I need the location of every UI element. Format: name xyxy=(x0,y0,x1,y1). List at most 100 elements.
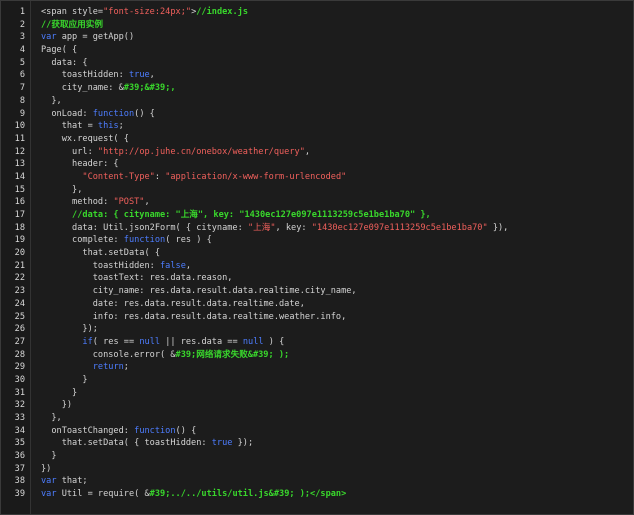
line-number: 17 xyxy=(14,210,25,220)
code-line: data: { xyxy=(41,57,633,70)
code-token: return xyxy=(92,362,124,373)
code-token: ; xyxy=(118,121,124,132)
code-line: that = this; xyxy=(41,120,633,133)
code-token: app = getApp() xyxy=(56,32,135,43)
code-line: //获取应用实例 xyxy=(41,19,633,32)
line-number: 34 xyxy=(14,425,25,436)
code-line: <span style="font-size:24px;">//index.js xyxy=(41,6,633,19)
code-token: , xyxy=(304,146,311,157)
code-line: that.setData( { toastHidden: true }); xyxy=(41,437,633,450)
code-token: }, xyxy=(41,95,62,106)
code-token: "POST" xyxy=(113,197,145,208)
code-token: var xyxy=(41,489,57,500)
line-number: 4 xyxy=(19,45,25,56)
line-number: 35 xyxy=(14,438,25,449)
code-token: }), xyxy=(487,222,509,233)
code-token: city_name: & xyxy=(41,83,124,94)
code-token: #39;网络请求失败&#39; ); xyxy=(175,349,290,360)
code-line: date: res.data.result.data.realtime.date… xyxy=(41,298,633,311)
line-number: 5 xyxy=(19,57,25,68)
code-line: toastHidden: false, xyxy=(41,260,633,273)
code-token: false xyxy=(160,260,186,271)
code-token: , key: xyxy=(275,222,312,233)
code-token: //获取应用实例 xyxy=(41,19,103,30)
line-number: 38 xyxy=(14,476,25,487)
code-token: this xyxy=(97,121,119,132)
code-token: header: { xyxy=(41,159,119,170)
code-token: : xyxy=(154,171,166,182)
code-line: Page( { xyxy=(41,44,633,57)
code-token: //data: { cityname: "上海", key: "1430ec12… xyxy=(41,210,431,220)
code-token: <span style= xyxy=(41,7,104,17)
code-token: data: Util.json2Form( { cityname: xyxy=(41,222,248,233)
code-line: info: res.data.result.data.realtime.weat… xyxy=(41,311,633,324)
code-line: } xyxy=(41,387,633,400)
code-token: } xyxy=(41,374,88,385)
code-token: ( res == xyxy=(92,336,140,347)
line-number: 39 xyxy=(14,489,25,500)
code-token: that.setData( { toastHidden: xyxy=(41,438,212,449)
code-line: if( res == null || res.data == null ) { xyxy=(41,336,633,349)
line-number: 12 xyxy=(14,146,25,157)
line-number: 8 xyxy=(19,95,25,106)
code-line: }, xyxy=(41,184,633,197)
line-number: 16 xyxy=(14,197,25,208)
code-token: ; xyxy=(123,362,129,373)
code-token: "http://op.juhe.cn/onebox/weather/query" xyxy=(97,146,305,157)
code-token: #39;../../utils/util.js&#39; );</span> xyxy=(149,489,347,500)
code-token: date: res.data.result.data.realtime.date… xyxy=(41,298,305,309)
code-line: wx.request( { xyxy=(41,133,633,146)
code-token: "application/x-www-form-urlencoded" xyxy=(165,171,347,182)
line-number: 33 xyxy=(14,413,25,423)
code-token: Page( { xyxy=(41,45,78,56)
line-number: 6 xyxy=(19,70,25,81)
line-number: 11 xyxy=(14,133,25,144)
code-line: }) xyxy=(41,399,633,412)
code-line: } xyxy=(41,374,633,387)
line-number: 31 xyxy=(14,387,25,398)
code-token: that; xyxy=(56,476,88,487)
code-line: var that; xyxy=(41,475,633,488)
code-token: , xyxy=(144,197,150,208)
code-token: "1430ec127e097e1113259c5e1be1ba70" xyxy=(311,222,488,233)
code-line: console.error( &#39;网络请求失败&#39; ); xyxy=(41,349,633,362)
code-line: return; xyxy=(41,361,633,374)
code-token: method: xyxy=(41,197,114,208)
line-number: 29 xyxy=(14,362,25,373)
line-number: 7 xyxy=(19,83,25,94)
code-token: if xyxy=(82,336,93,347)
line-number: 19 xyxy=(14,235,25,246)
code-token: city_name: res.data.result.data.realtime… xyxy=(41,286,357,297)
code-token: || res.data == xyxy=(160,336,243,347)
line-number: 10 xyxy=(14,121,25,132)
code-token: null xyxy=(139,336,161,347)
code-token: //index.js xyxy=(196,7,248,17)
line-number: 26 xyxy=(14,324,25,335)
code-editor[interactable]: 1 2 3 4 5 6 7 8 9 10 11 12 13 14 15 16 17 18 19 20 21 22 23 24 2… xyxy=(0,0,634,515)
code-token: toastText: res.data.reason, xyxy=(41,273,233,284)
line-number: 2 xyxy=(19,19,25,30)
code-token: } xyxy=(41,387,78,398)
code-line: //data: { cityname: "上海", key: "1430ec12… xyxy=(41,209,633,222)
code-line: }) xyxy=(41,463,633,476)
line-number: 3 xyxy=(19,32,25,43)
code-line: toastText: res.data.reason, xyxy=(41,272,633,285)
code-token: function xyxy=(92,108,135,119)
code-line: }, xyxy=(41,95,633,108)
line-number: 15 xyxy=(14,184,25,195)
code-token: }); xyxy=(232,438,254,449)
code-line: header: { xyxy=(41,158,633,171)
code-token: () { xyxy=(175,425,197,436)
code-line: }); xyxy=(41,323,633,336)
code-token: wx.request( { xyxy=(41,133,129,144)
code-line: method: "POST", xyxy=(41,196,633,209)
code-token: #39;&#39;, xyxy=(123,83,176,94)
code-line: } xyxy=(41,450,633,463)
code-token: }, xyxy=(41,184,83,195)
code-token: }); xyxy=(41,324,98,335)
code-token: ) { xyxy=(263,336,285,347)
line-number: 23 xyxy=(14,286,25,297)
code-line: onToastChanged: function() { xyxy=(41,425,633,438)
code-token: null xyxy=(242,336,264,347)
code-area[interactable]: <span style="font-size:24px;">//index.js… xyxy=(31,1,633,514)
